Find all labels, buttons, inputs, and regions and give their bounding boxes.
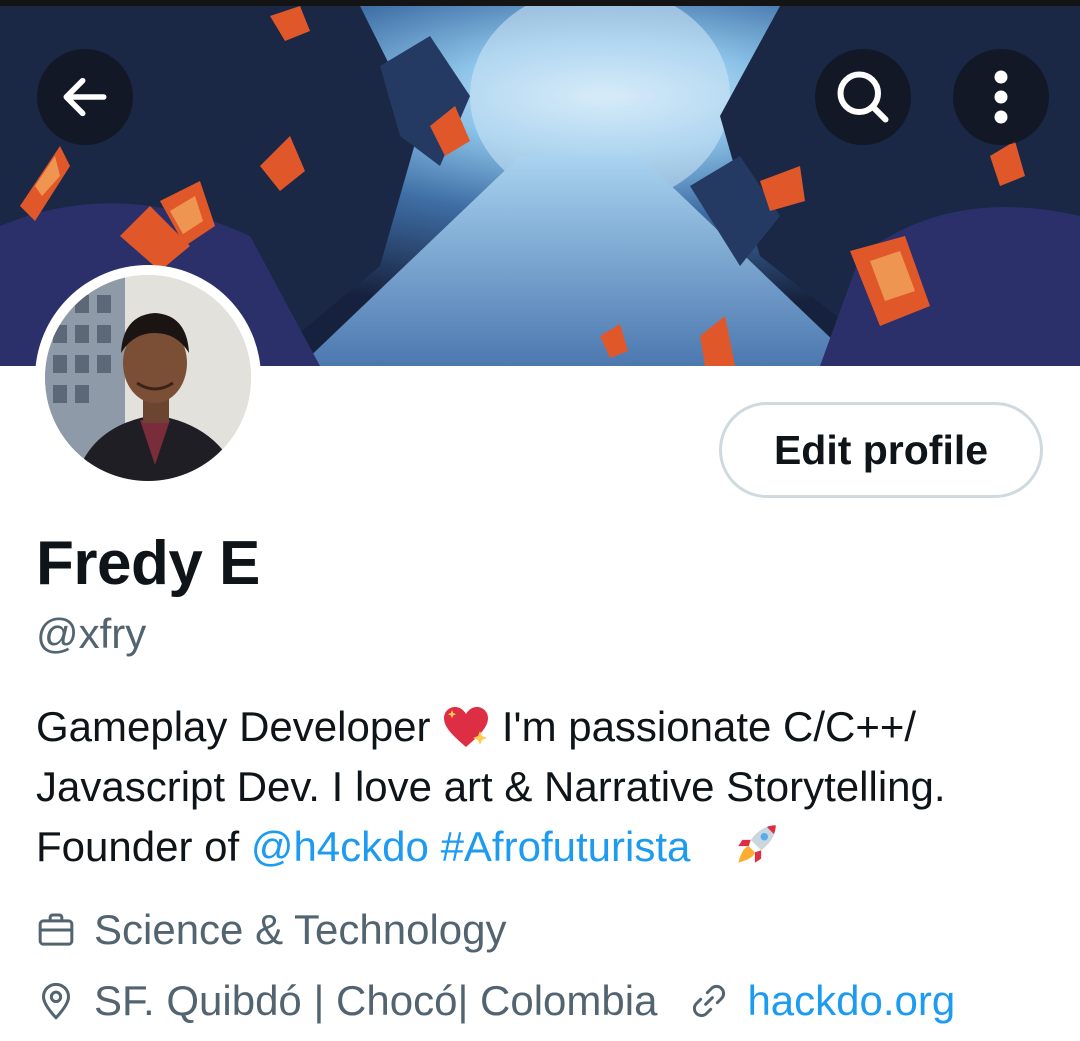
edit-profile-button[interactable]: Edit profile (719, 402, 1043, 498)
bio-line-3: Founder of @h4ckdo #Afrofuturista (36, 817, 1046, 877)
avatar[interactable] (35, 265, 261, 491)
display-name: Fredy E (36, 529, 260, 598)
sparkling-heart-icon (444, 707, 489, 747)
rocket-icon (737, 825, 776, 863)
profile-location: SF. Quibdó | Chocó| Colombia (94, 977, 658, 1024)
back-button[interactable] (37, 49, 133, 145)
avatar-photo (45, 275, 251, 481)
briefcase-icon (38, 913, 74, 946)
more-options-button[interactable] (953, 49, 1049, 145)
link-icon (693, 984, 726, 1018)
category-row: Science & Technology (36, 906, 507, 954)
bio-line-1: Gameplay Developer I'm passionate C/C++/ (36, 697, 1046, 757)
search-icon (837, 71, 889, 123)
bio-text: I'm passionate C/C++/ (501, 703, 917, 750)
bio-text: Founder of (36, 823, 240, 870)
arrow-left-icon (63, 77, 107, 117)
location-website-row: SF. Quibdó | Chocó| Colombia hackdo.org (36, 977, 955, 1025)
hashtag-link[interactable]: #Afrofuturista (441, 823, 691, 870)
user-handle: @xfry (36, 610, 147, 657)
profile-category: Science & Technology (94, 906, 507, 953)
profile-page: Edit profile Fredy E @xfry Gameplay Deve… (0, 0, 1080, 1041)
bio-text: Gameplay Developer (36, 703, 431, 750)
mention-link[interactable]: @h4ckdo (251, 823, 429, 870)
search-button[interactable] (815, 49, 911, 145)
location-pin-icon (41, 982, 71, 1020)
avatar-image (45, 275, 251, 481)
bio-line-2: Javascript Dev. I love art & Narrative S… (36, 763, 946, 810)
website-link[interactable]: hackdo.org (747, 977, 955, 1025)
more-vertical-icon (994, 70, 1008, 124)
profile-bio: Gameplay Developer I'm passionate C/C++/… (36, 697, 1046, 877)
